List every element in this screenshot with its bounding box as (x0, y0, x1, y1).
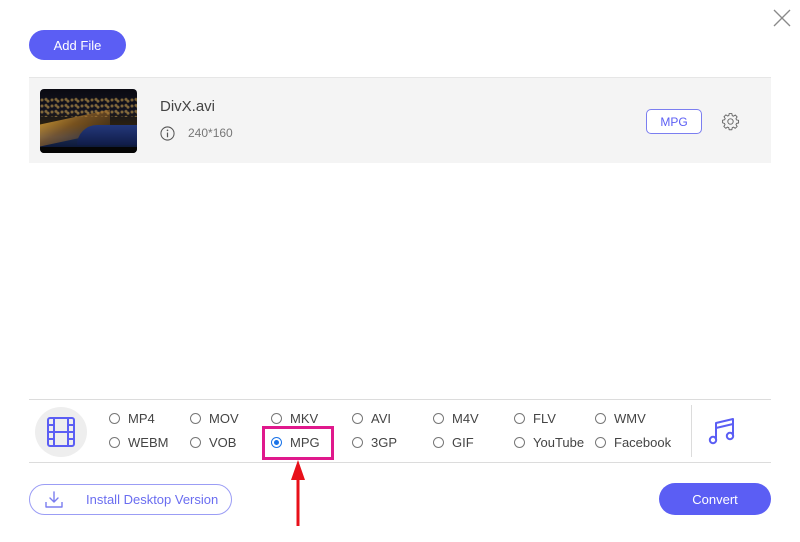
add-file-button[interactable]: Add File (29, 30, 126, 60)
radio-button[interactable] (595, 436, 606, 448)
file-resolution: 240*160 (188, 126, 233, 140)
format-option-facebook[interactable]: Facebook (595, 433, 676, 451)
format-option-flv[interactable]: FLV (514, 409, 595, 427)
radio-button[interactable] (190, 436, 201, 448)
file-list-item: DivX.avi 240*160 MPG (29, 77, 771, 163)
info-circle-icon[interactable] (160, 126, 175, 141)
format-option-webm[interactable]: WEBM (109, 433, 190, 451)
radio-button[interactable] (109, 412, 120, 424)
video-thumbnail (40, 89, 137, 153)
radio-button[interactable] (271, 436, 282, 448)
radio-button[interactable] (109, 436, 120, 448)
radio-button[interactable] (271, 412, 282, 424)
panel-divider (691, 405, 692, 457)
format-option-gif[interactable]: GIF (433, 433, 514, 451)
format-option-vob[interactable]: VOB (190, 433, 271, 451)
video-format-tab[interactable] (35, 407, 87, 457)
format-option-avi[interactable]: AVI (352, 409, 433, 427)
convert-button[interactable]: Convert (659, 483, 771, 515)
radio-button[interactable] (352, 436, 363, 448)
format-option-3gp[interactable]: 3GP (352, 433, 433, 451)
radio-button[interactable] (433, 436, 444, 448)
radio-button[interactable] (514, 436, 525, 448)
radio-button[interactable] (514, 412, 525, 424)
music-note-icon[interactable] (707, 415, 737, 447)
annotation-arrow-icon (291, 460, 305, 526)
format-option-mpg[interactable]: MPG (271, 433, 352, 451)
file-name: DivX.avi (160, 98, 216, 115)
close-x-icon (773, 9, 791, 27)
format-option-m4v[interactable]: M4V (433, 409, 514, 427)
format-option-mov[interactable]: MOV (190, 409, 271, 427)
format-option-youtube[interactable]: YouTube (514, 433, 595, 451)
gear-icon[interactable] (721, 112, 740, 131)
install-desktop-button[interactable]: Install Desktop Version (29, 484, 232, 515)
download-icon (45, 490, 63, 508)
radio-button[interactable] (433, 412, 444, 424)
radio-button[interactable] (352, 412, 363, 424)
format-option-wmv[interactable]: WMV (595, 409, 676, 427)
format-options: MP4 MOV MKV AVI M4V FLV WMV WEBM VOB MPG… (109, 409, 676, 451)
format-option-mp4[interactable]: MP4 (109, 409, 190, 427)
format-selector-panel: MP4 MOV MKV AVI M4V FLV WMV WEBM VOB MPG… (29, 399, 771, 463)
close-button[interactable] (772, 8, 792, 28)
film-strip-icon (47, 417, 75, 447)
format-option-mkv[interactable]: MKV (271, 409, 352, 427)
radio-button[interactable] (595, 412, 606, 424)
output-format-button[interactable]: MPG (646, 109, 702, 134)
radio-button[interactable] (190, 412, 201, 424)
